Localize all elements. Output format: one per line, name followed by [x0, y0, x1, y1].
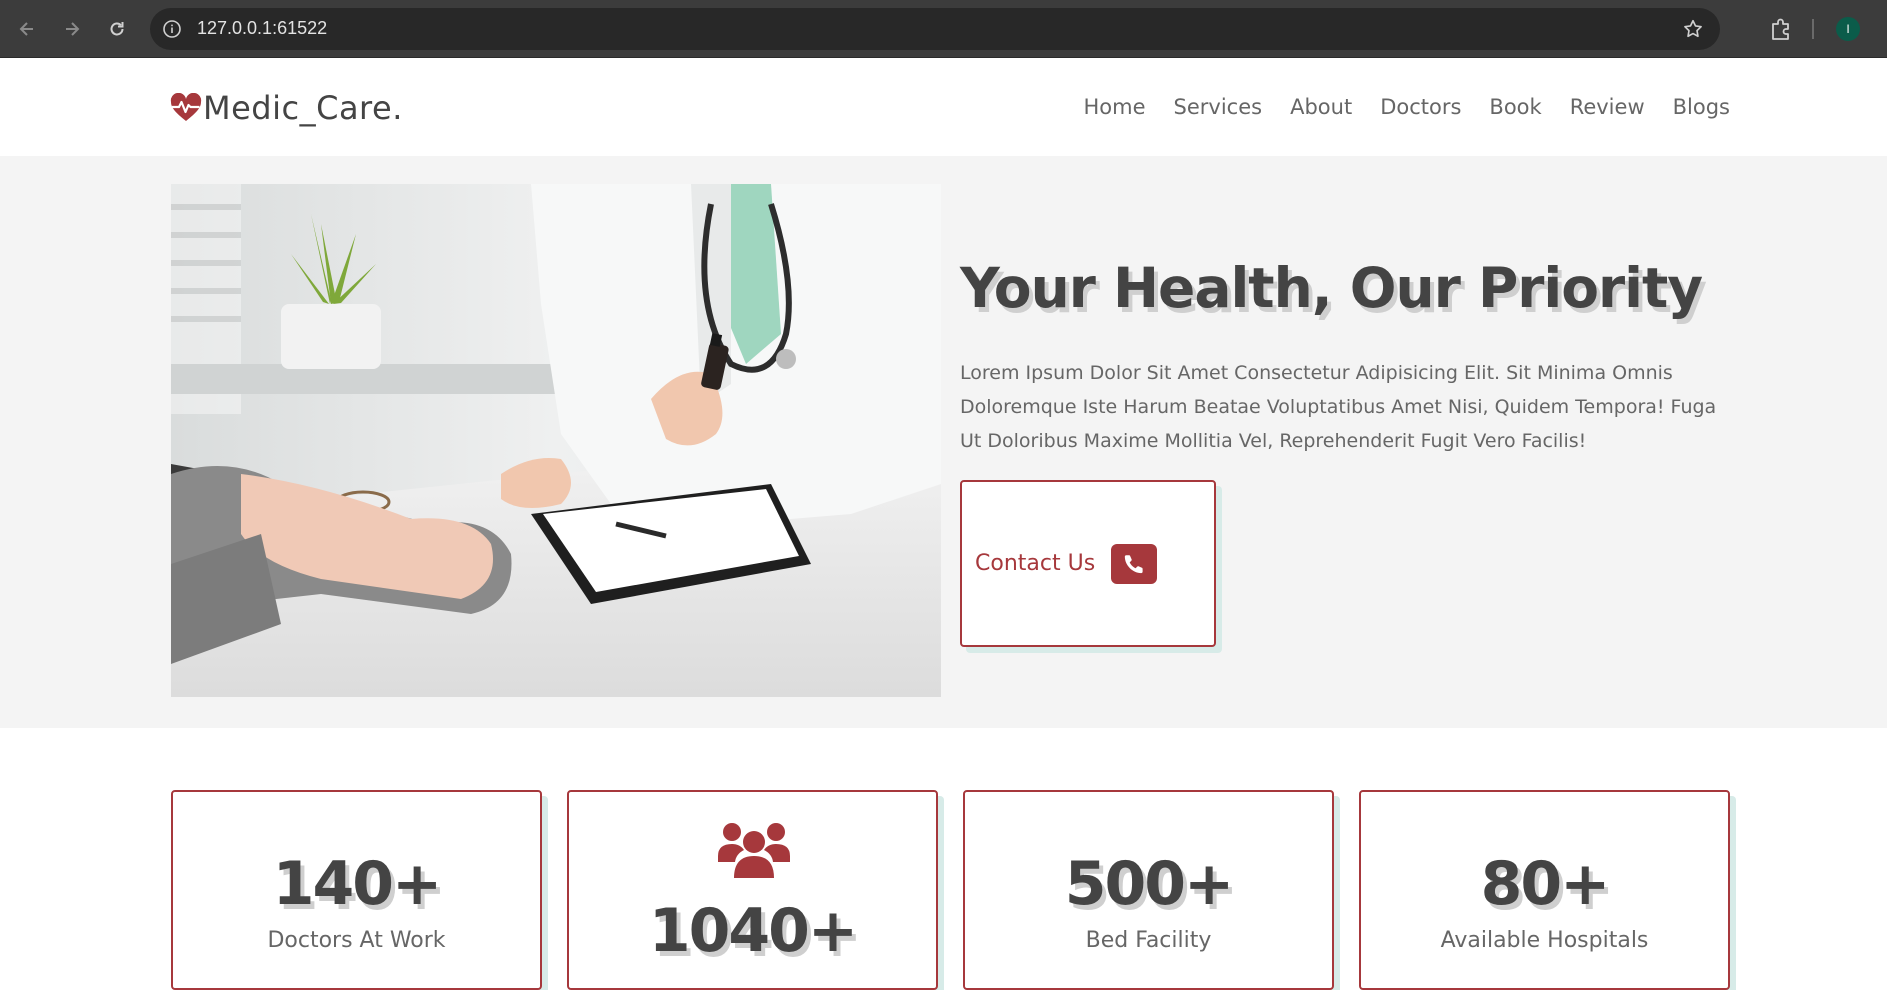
hero-description: Lorem Ipsum Dolor Sit Amet Consectetur A…	[960, 362, 1717, 452]
nav-book[interactable]: Book	[1489, 95, 1541, 119]
toolbar-divider	[1812, 19, 1814, 39]
stats-section: 140+ Doctors At Work 1040+ 500+ Bed Faci…	[0, 728, 1887, 990]
stat-card-hospitals: 80+ Available Hospitals	[1359, 790, 1730, 990]
contact-us-label: Contact Us	[975, 551, 1096, 576]
url-text: 127.0.0.1:61522	[197, 18, 328, 38]
site-header: Medic_Care. Home Services About Doctors …	[0, 59, 1887, 156]
stat-number: 1040+	[648, 896, 858, 966]
users-icon	[718, 823, 790, 878]
reload-button[interactable]	[102, 14, 132, 44]
logo-text: Medic_Care.	[203, 89, 403, 127]
nav-blogs[interactable]: Blogs	[1673, 95, 1730, 119]
arrow-left-icon	[19, 22, 33, 36]
hero-title: Your Health, Our Priority	[960, 256, 1703, 320]
address-bar[interactable]: 127.0.0.1:61522	[150, 8, 1720, 50]
stat-label: Bed Facility	[1085, 928, 1212, 953]
hero-image	[171, 184, 941, 697]
stat-label: Available Hospitals	[1440, 928, 1649, 953]
main-nav: Home Services About Doctors Book Review …	[1084, 95, 1730, 119]
hero-section: Your Health, Our Priority Lorem Ipsum Do…	[0, 156, 1887, 728]
phone-icon	[1124, 554, 1143, 573]
browser-toolbar: 127.0.0.1:61522 I	[0, 0, 1887, 58]
profile-avatar[interactable]: I	[1836, 17, 1860, 41]
bookmark-star-icon[interactable]	[1682, 18, 1704, 40]
heartbeat-icon	[170, 93, 202, 121]
stat-card-beds: 500+ Bed Facility	[963, 790, 1334, 990]
nav-home[interactable]: Home	[1084, 95, 1146, 119]
nav-about[interactable]: About	[1290, 95, 1352, 119]
arrow-right-icon	[66, 22, 80, 36]
back-button[interactable]	[12, 14, 42, 44]
nav-doctors[interactable]: Doctors	[1380, 95, 1461, 119]
site-info-icon[interactable]	[162, 19, 182, 39]
extensions-puzzle-icon[interactable]	[1768, 16, 1794, 42]
stat-number: 500+	[1064, 849, 1235, 919]
reload-icon	[110, 22, 124, 36]
nav-services[interactable]: Services	[1174, 95, 1263, 119]
stat-card-patients: 1040+	[567, 790, 938, 990]
nav-review[interactable]: Review	[1570, 95, 1645, 119]
hero-text-block: Your Health, Our Priority Lorem Ipsum Do…	[960, 256, 1740, 458]
logo[interactable]: Medic_Care.	[170, 89, 403, 127]
stat-number: 80+	[1480, 849, 1611, 919]
stat-number: 140+	[272, 849, 443, 919]
contact-us-button[interactable]: Contact Us	[960, 480, 1216, 647]
forward-button[interactable]	[57, 14, 87, 44]
phone-icon-box	[1111, 543, 1158, 584]
stat-card-doctors: 140+ Doctors At Work	[171, 790, 542, 990]
stat-label: Doctors At Work	[267, 928, 446, 953]
